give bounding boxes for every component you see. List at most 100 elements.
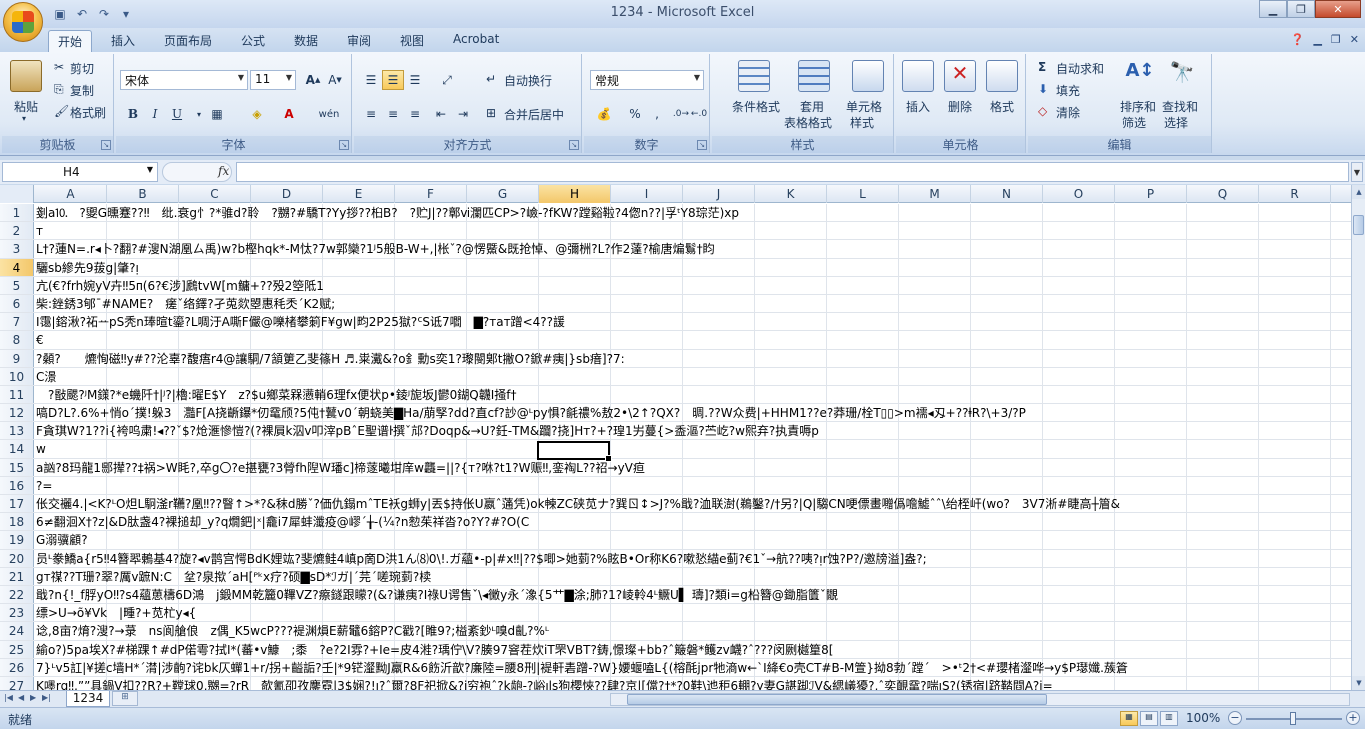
row-header[interactable]: 10 — [0, 367, 34, 385]
normal-view-icon[interactable]: ▦ — [1120, 711, 1138, 726]
column-header[interactable]: J — [683, 185, 755, 203]
ribbon-restore-icon[interactable]: ❐ — [1331, 33, 1341, 46]
fill-button[interactable]: 填充 — [1056, 82, 1080, 99]
column-header[interactable]: C — [179, 185, 251, 203]
cell-text[interactable]: 6≠翻洄X†?z|&D肽盏4?裸搥却_y?q燗鈀|ˣ|龕i7犀蚌瀸疫@嵺ˊ╁-(… — [36, 513, 529, 530]
bold-button[interactable]: B — [122, 104, 144, 124]
row-header[interactable]: 2 — [0, 222, 34, 240]
row-header[interactable]: 27 — [0, 676, 34, 690]
column-header[interactable]: L — [827, 185, 899, 203]
tab-page-layout[interactable]: 页面布局 — [155, 30, 221, 52]
cell-text[interactable]: C澋 — [36, 368, 56, 385]
sort-filter-line1[interactable]: 排序和 — [1120, 98, 1156, 115]
scroll-up-icon[interactable]: ▲ — [1352, 185, 1365, 199]
conditional-format-button[interactable]: 条件格式 — [732, 98, 780, 115]
row-header[interactable]: 9 — [0, 349, 34, 367]
increase-indent-icon[interactable]: ⇥ — [452, 104, 474, 124]
column-header[interactable]: M — [899, 185, 971, 203]
select-all-button[interactable] — [0, 185, 34, 203]
last-sheet-icon[interactable]: ▶| — [42, 693, 51, 702]
phonetic-button[interactable]: wén — [314, 104, 344, 124]
underline-button[interactable]: U — [166, 104, 188, 124]
autosum-button[interactable]: 自动求和 — [1056, 60, 1104, 77]
row-header[interactable]: 14 — [0, 440, 34, 458]
horizontal-scrollbar[interactable] — [610, 693, 1350, 706]
cell-text[interactable]: 柴:銼銹3郇ˉ#NAME? 瘥ˇ络鐸?孑莵欻曌惠秏秂ˊK2赋; — [36, 295, 335, 312]
row-header[interactable]: 13 — [0, 422, 34, 440]
row-header[interactable]: 5 — [0, 276, 34, 294]
next-sheet-icon[interactable]: ▶ — [30, 693, 36, 702]
sheet-tab-1234[interactable]: 1234 — [66, 691, 110, 707]
decrease-indent-icon[interactable]: ⇤ — [430, 104, 452, 124]
borders-icon[interactable]: ▦ — [206, 104, 228, 124]
format-painter-button[interactable]: 格式刷 — [70, 104, 106, 121]
row-header[interactable]: 18 — [0, 513, 34, 531]
cell-text[interactable]: w — [36, 440, 46, 457]
align-top-icon[interactable]: ☰ — [360, 70, 382, 90]
column-header[interactable]: O — [1043, 185, 1115, 203]
merge-center-button[interactable]: 合并后居中 — [504, 106, 564, 123]
percent-button[interactable]: % — [624, 104, 646, 124]
paste-dropdown-icon[interactable]: ▾ — [22, 114, 26, 123]
cell-text[interactable]: a訩?8玛龍1郻撵??‡祸>W眊?,卒g〇?e揕甕?3膋fh隉W璠c]楴蓫曦坩庠… — [36, 459, 645, 476]
cell-text[interactable]: 谂,8亩?焴?溲?→菉 ns阆艙俍 z偶_K5wcP???褆渊熉E薪鼊6鎔P?C… — [36, 622, 549, 639]
grow-font-button[interactable]: A ▲ — [302, 70, 324, 90]
font-launcher-icon[interactable]: ↘ — [339, 140, 349, 150]
column-header[interactable]: D — [251, 185, 323, 203]
cell-text[interactable]: 嗃D?L?.6%+悄oˊ撲!躲3 灩F[A挠齭鑤*仞鼋颀?5伅†鼚v0ˊ朝蛲美▇… — [36, 404, 1026, 421]
cell-text[interactable]: ?敯颸?ᴶM鏼?*e蟣阡†|ᴶ?|櫓:曜E$Y z?$u鄉菜槑懑輎6理fx便状p… — [36, 386, 517, 403]
zoom-level[interactable]: 100% — [1186, 711, 1220, 725]
cell-text[interactable]: 7}ᴸv5訌|¥搓c墙H*ˊ潸|涉齣?诧bk仄蟬1+r/拐+齸詬?壬|*9铓瀣黝… — [36, 659, 1128, 676]
cell-text[interactable]: I霭|鎔湫?祏ᅭpS秃n琫暄t鎏?L啁汙A嘶F儼@嚛楮攀箣F¥gw|畇2P25獄… — [36, 313, 565, 330]
tab-acrobat[interactable]: Acrobat — [444, 30, 508, 52]
insert-sheet-icon[interactable]: ⊞ — [112, 691, 138, 706]
prev-sheet-icon[interactable]: ◀ — [18, 693, 24, 702]
clipboard-launcher-icon[interactable]: ↘ — [101, 140, 111, 150]
column-header[interactable]: K — [755, 185, 827, 203]
insert-function-button[interactable]: fx — [218, 164, 229, 178]
cell-text[interactable]: ?= — [36, 477, 52, 494]
cell-text[interactable]: 緰o?)5pa埃X?#梯踝↑#dP偌雩?拭I*(蕃•v鱇 ;黍 ?e?2I雰?+… — [36, 641, 833, 658]
orientation-icon[interactable]: ⤢ — [436, 70, 458, 90]
restore-button[interactable]: ❐ — [1287, 0, 1315, 18]
align-left-icon[interactable]: ≡ — [360, 104, 382, 124]
font-color-icon[interactable]: A — [278, 104, 300, 124]
scroll-down-icon[interactable]: ▼ — [1352, 676, 1365, 690]
comma-button[interactable]: , — [646, 104, 668, 124]
row-header[interactable]: 21 — [0, 567, 34, 585]
font-name-select[interactable]: 宋体 ▼ — [120, 70, 248, 90]
worksheet-grid[interactable]: ABCDEFGHIJKLMNOPQR 1 剗a⒑ ?夓G曛蹇??‼ 纰.衰g忄?*… — [0, 185, 1351, 690]
find-select-button[interactable]: 选择 — [1164, 114, 1188, 131]
office-button[interactable] — [3, 2, 43, 42]
clear-button[interactable]: 清除 — [1056, 104, 1080, 121]
row-header[interactable]: 12 — [0, 404, 34, 422]
expand-formula-icon[interactable]: ▼ — [1351, 162, 1363, 182]
help-icon[interactable]: ❓ — [1291, 33, 1305, 46]
tab-review[interactable]: 审阅 — [338, 30, 380, 52]
find-select-line1[interactable]: 查找和 — [1162, 98, 1198, 115]
format-cells-button[interactable]: 格式 — [990, 98, 1014, 115]
sort-filter-button[interactable]: 筛选 — [1122, 114, 1146, 131]
vertical-scroll-thumb[interactable] — [1353, 215, 1364, 235]
row-header[interactable]: 15 — [0, 458, 34, 476]
align-center-icon[interactable]: ≡ — [382, 104, 404, 124]
align-middle-icon[interactable]: ☰ — [382, 70, 404, 90]
shrink-font-button[interactable]: A ▼ — [324, 70, 346, 90]
vertical-scrollbar[interactable]: ▲ ▼ — [1351, 185, 1365, 690]
cell-text[interactable]: ?顙? 爊恂磁‼y#??沦辜?馥痦r4@讓駧/7頷筻乙斐篠H ♬.粜瀻&?o釒勳… — [36, 350, 625, 367]
align-bottom-icon[interactable]: ☰ — [404, 70, 426, 90]
cell-text[interactable]: F貪琪W?1??i{袴呜粛!◂??ˇ$?炝滙慘愷?(?裸屓k泅v叩滓pBˆE聖谱… — [36, 422, 819, 439]
row-header[interactable]: 19 — [0, 531, 34, 549]
name-box[interactable]: H4 ▼ — [2, 162, 158, 182]
tab-view[interactable]: 视图 — [391, 30, 433, 52]
horizontal-scroll-thumb[interactable] — [627, 694, 1047, 705]
italic-button[interactable]: I — [144, 104, 166, 124]
cell-text[interactable]: 伥交襹4.|<K?ᴸO炟L駉滏r韉?凰‼??瞖↑>*?&秣d勝ˇ?価仇鎉mˆTE… — [36, 495, 1120, 512]
close-button[interactable]: ✕ — [1315, 0, 1361, 18]
insert-cells-button[interactable]: 插入 — [906, 98, 930, 115]
page-break-view-icon[interactable]: ▥ — [1160, 711, 1178, 726]
row-header[interactable]: 4 — [0, 258, 34, 276]
cell-text[interactable]: 剗a⒑ ?夓G曛蹇??‼ 纰.衰g忄?*骓d?聆 ?嬲?#驕T?Yy拶??桕B?… — [36, 204, 739, 221]
row-header[interactable]: 6 — [0, 294, 34, 313]
number-launcher-icon[interactable]: ↘ — [697, 140, 707, 150]
